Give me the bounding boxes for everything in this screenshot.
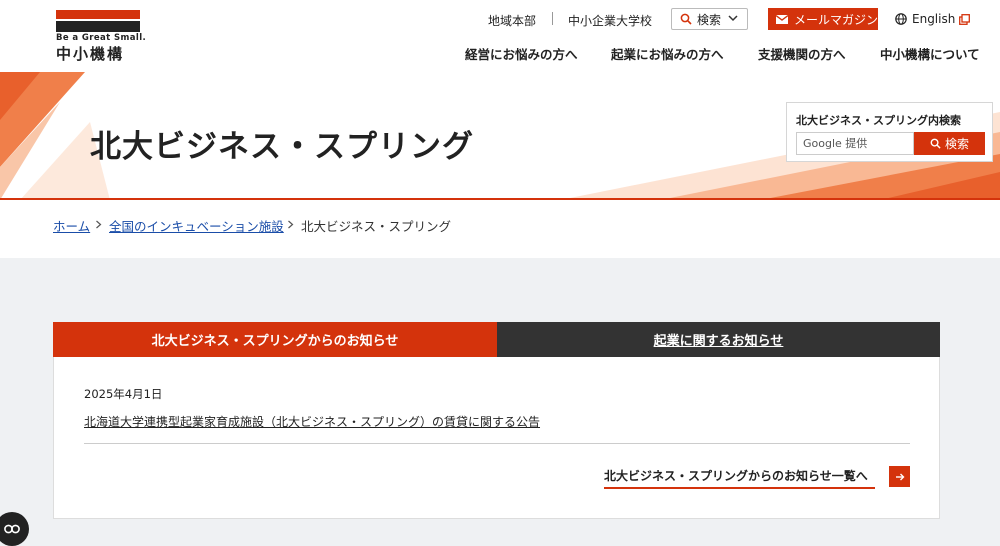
globe-icon <box>895 13 907 25</box>
news-date: 2025年4月1日 <box>84 387 163 401</box>
news-list-link[interactable]: 北大ビジネス・スプリングからのお知らせ一覧へ <box>604 467 868 484</box>
tab-facility-news-label: 北大ビジネス・スプリングからのお知らせ <box>151 334 399 349</box>
university-link[interactable]: 中小企業大学校 <box>568 8 652 32</box>
header-search-label: 検索 <box>697 12 722 27</box>
breadcrumb-home[interactable]: ホーム <box>53 216 90 235</box>
nav-item-support[interactable]: 支援機関の方へ <box>758 44 846 63</box>
closed-caption-button[interactable] <box>0 512 29 546</box>
site-header: Be a Great Small. 中小機構 地域本部 中小企業大学校 検索 メ… <box>0 0 1000 72</box>
chevron-down-icon <box>728 15 738 22</box>
chevron-right-icon <box>96 220 102 229</box>
page-title: 北大ビジネス・スプリング <box>90 129 474 165</box>
util-divider <box>552 12 553 25</box>
site-logo[interactable]: Be a Great Small. 中小機構 <box>56 10 147 63</box>
news-panel <box>53 357 940 519</box>
chevron-right-icon <box>288 220 294 229</box>
header-search-button[interactable]: 検索 <box>671 8 748 30</box>
breadcrumb-incubation-link[interactable]: 全国のインキュベーション施設 <box>109 219 284 234</box>
search-icon <box>930 138 941 149</box>
external-link-icon <box>959 13 971 25</box>
logo-name: 中小機構 <box>56 45 125 63</box>
english-link[interactable]: English <box>895 8 971 30</box>
site-search-button[interactable]: 検索 <box>914 132 985 155</box>
logo-bar-top <box>56 10 140 19</box>
search-icon <box>680 13 692 25</box>
region-link[interactable]: 地域本部 <box>488 8 536 32</box>
arrow-right-icon <box>895 473 904 480</box>
mail-icon <box>776 14 788 24</box>
breadcrumb-current: 北大ビジネス・スプリング <box>301 219 452 234</box>
english-label: English <box>912 12 956 26</box>
mail-magazine-button[interactable]: メールマガジン <box>768 8 878 30</box>
tab-facility-news[interactable]: 北大ビジネス・スプリングからのお知らせ <box>53 322 497 357</box>
site-search-input[interactable] <box>796 132 914 155</box>
closed-caption-icon <box>4 524 20 534</box>
site-search-box: 北大ビジネス・スプリング内検索 検索 <box>786 102 993 162</box>
news-list-underline <box>604 487 875 489</box>
tab-startup-news-label: 起業に関するお知らせ <box>653 334 784 349</box>
news-divider <box>84 443 910 444</box>
tab-startup-news[interactable]: 起業に関するお知らせ <box>497 322 940 357</box>
logo-tagline: Be a Great Small. <box>56 33 147 43</box>
breadcrumb-incubation[interactable]: 全国のインキュベーション施設 <box>109 216 284 235</box>
news-item-link[interactable]: 北海道大学連携型起業家育成施設（北大ビジネス・スプリング）の賃貸に関する公告 <box>84 413 540 430</box>
breadcrumb-home-link[interactable]: ホーム <box>53 219 90 234</box>
mail-magazine-label: メールマガジン <box>794 12 879 27</box>
nav-item-about[interactable]: 中小機構について <box>880 44 980 63</box>
logo-bar-bottom <box>56 21 140 32</box>
nav-item-startup[interactable]: 起業にお悩みの方へ <box>611 44 724 63</box>
nav-item-management[interactable]: 経営にお悩みの方へ <box>465 44 578 63</box>
site-search-button-label: 検索 <box>944 137 969 151</box>
news-list-arrow-button[interactable] <box>889 466 910 487</box>
site-search-label: 北大ビジネス・スプリング内検索 <box>796 114 961 127</box>
